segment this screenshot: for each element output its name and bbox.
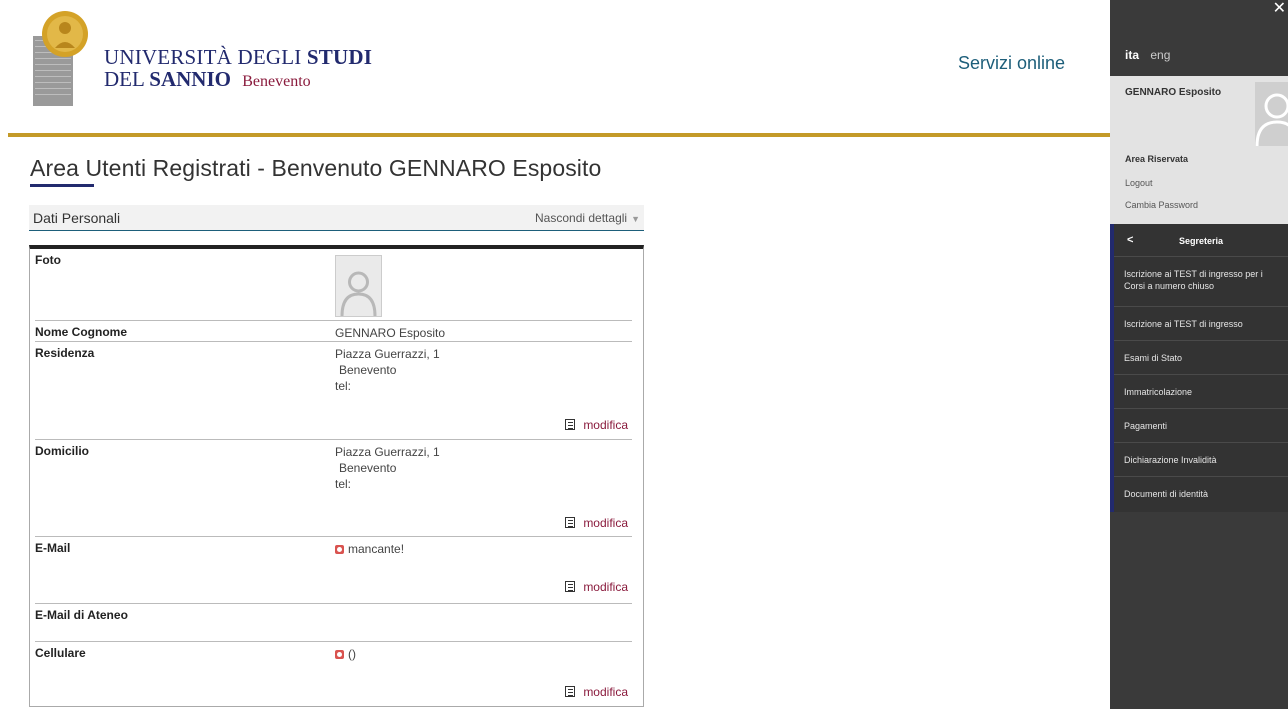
menu-divider — [1114, 442, 1288, 443]
menu-header: < Segreteria — [1114, 224, 1288, 257]
row-label: Domicilio — [35, 444, 90, 458]
table-row-email: E-Mail mancante! modifica — [35, 537, 632, 604]
menu-item-esami-di-stato[interactable]: Esami di Stato — [1124, 352, 1284, 364]
menu-title: Segreteria — [1178, 236, 1224, 246]
address-tel: tel: — [335, 477, 352, 491]
menu-divider — [1114, 476, 1288, 477]
menu-item-documenti-identita[interactable]: Documenti di identità — [1124, 488, 1284, 500]
change-password-link[interactable]: Cambia Password — [1125, 200, 1198, 210]
menu-divider — [1114, 340, 1288, 341]
menu-divider — [1114, 408, 1288, 409]
menu-divider — [1114, 374, 1288, 375]
address-city: Benevento — [339, 461, 397, 475]
title-underline — [30, 184, 94, 187]
user-name: GENNARO Esposito — [1125, 87, 1222, 98]
sidebar: ✕ ita eng GENNARO Esposito Area Riservat… — [1110, 0, 1288, 709]
edit-label: modifica — [583, 418, 628, 432]
warning-icon — [335, 545, 344, 554]
edit-label: modifica — [583, 685, 628, 699]
edit-cellulare-link[interactable]: modifica — [565, 685, 628, 699]
table-row-domicilio: Domicilio Piazza Guerrazzi, 1 Benevento … — [35, 440, 632, 537]
personal-data-table: Foto Nome Cognome GENNARO Esposito Resid… — [29, 245, 644, 707]
warning-icon — [335, 650, 344, 659]
section-title: Dati Personali — [33, 210, 121, 226]
menu-item-dichiarazione-invalidita[interactable]: Dichiarazione Invalidità — [1124, 454, 1284, 466]
header: UNIVERSITÀ DEGLI STUDI DEL SANNIO Beneve… — [0, 0, 1110, 135]
edit-icon — [565, 419, 576, 430]
edit-icon — [565, 581, 576, 592]
close-icon[interactable]: ✕ — [1273, 0, 1286, 18]
triangle-down-icon: ▼ — [631, 214, 640, 224]
table-row-nome: Nome Cognome GENNARO Esposito — [35, 321, 632, 342]
row-value: mancante! — [335, 541, 404, 557]
row-label: E-Mail — [35, 541, 71, 555]
logo-word-degli: DEGLI — [237, 45, 302, 69]
address-line: Piazza Guerrazzi, 1 — [335, 445, 440, 459]
logout-link[interactable]: Logout — [1125, 178, 1153, 188]
page-title: Area Utenti Registrati - Benvenuto GENNA… — [30, 155, 602, 181]
logo-word-studi: STUDI — [306, 45, 373, 69]
avatar-placeholder-icon — [1255, 82, 1288, 146]
logo-word-universita: UNIVERSITÀ — [104, 45, 232, 69]
table-row-residenza: Residenza Piazza Guerrazzi, 1 Benevento … — [35, 342, 632, 440]
table-row-foto: Foto — [35, 249, 632, 321]
address-city: Benevento — [339, 363, 397, 377]
row-value: () — [335, 646, 356, 662]
menu-item-pagamenti[interactable]: Pagamenti — [1124, 420, 1284, 432]
phone-text: () — [348, 647, 356, 661]
row-label: Nome Cognome — [35, 325, 128, 339]
logo-word-sannio: SANNIO — [149, 67, 231, 91]
lang-ita[interactable]: ita — [1125, 48, 1139, 62]
avatar-placeholder-icon — [336, 256, 381, 317]
email-missing-text: mancante! — [348, 542, 405, 556]
edit-label: modifica — [583, 580, 628, 594]
hide-details-toggle[interactable]: Nascondi dettagli ▼ — [535, 211, 640, 225]
logo-city: Benevento — [242, 73, 311, 90]
row-value: Piazza Guerrazzi, 1 Benevento tel: — [335, 346, 440, 394]
university-seal-logo[interactable] — [33, 10, 95, 108]
menu-divider — [1114, 306, 1288, 307]
menu-item-immatricolazione[interactable]: Immatricolazione — [1124, 386, 1284, 398]
servizi-online-link[interactable]: Servizi online — [958, 53, 1065, 74]
menu-item-test-numero-chiuso[interactable]: Iscrizione ai TEST di ingresso per i Cor… — [1124, 268, 1284, 292]
page: UNIVERSITÀ DEGLI STUDI DEL SANNIO Beneve… — [0, 0, 1288, 709]
row-value: Piazza Guerrazzi, 1 Benevento tel: — [335, 444, 440, 492]
logo-word-del: DEL — [104, 67, 145, 91]
row-value: GENNARO Esposito — [335, 326, 446, 340]
edit-email-link[interactable]: modifica — [565, 580, 628, 594]
row-label: Foto — [35, 253, 61, 267]
user-avatar — [1255, 82, 1288, 146]
header-divider — [8, 133, 1110, 137]
user-photo — [335, 255, 382, 317]
row-label: E-Mail di Ateneo — [35, 608, 128, 622]
edit-label: modifica — [583, 516, 628, 530]
address-tel: tel: — [335, 379, 352, 393]
language-switcher: ita eng — [1125, 48, 1170, 62]
area-riservata-title: Area Riservata — [1125, 154, 1189, 164]
user-card: GENNARO Esposito Area Riservata Logout C… — [1110, 76, 1288, 224]
edit-residenza-link[interactable]: modifica — [565, 418, 628, 432]
lang-eng[interactable]: eng — [1150, 48, 1170, 62]
row-label: Cellulare — [35, 646, 86, 660]
edit-icon — [565, 686, 576, 697]
hide-details-label: Nascondi dettagli — [535, 211, 628, 225]
table-row-email-ateneo: E-Mail di Ateneo — [35, 604, 632, 642]
row-label: Residenza — [35, 346, 95, 360]
university-name: UNIVERSITÀ DEGLI STUDI DEL SANNIO Beneve… — [104, 46, 372, 93]
menu-item-test-ingresso[interactable]: Iscrizione ai TEST di ingresso — [1124, 318, 1284, 330]
edit-domicilio-link[interactable]: modifica — [565, 516, 628, 530]
table-row-cellulare: Cellulare () modifica — [35, 642, 632, 708]
section-header: Dati Personali Nascondi dettagli ▼ — [29, 205, 644, 231]
address-line: Piazza Guerrazzi, 1 — [335, 347, 440, 361]
segreteria-menu: < Segreteria Iscrizione ai TEST di ingre… — [1110, 224, 1288, 512]
edit-icon — [565, 517, 576, 528]
